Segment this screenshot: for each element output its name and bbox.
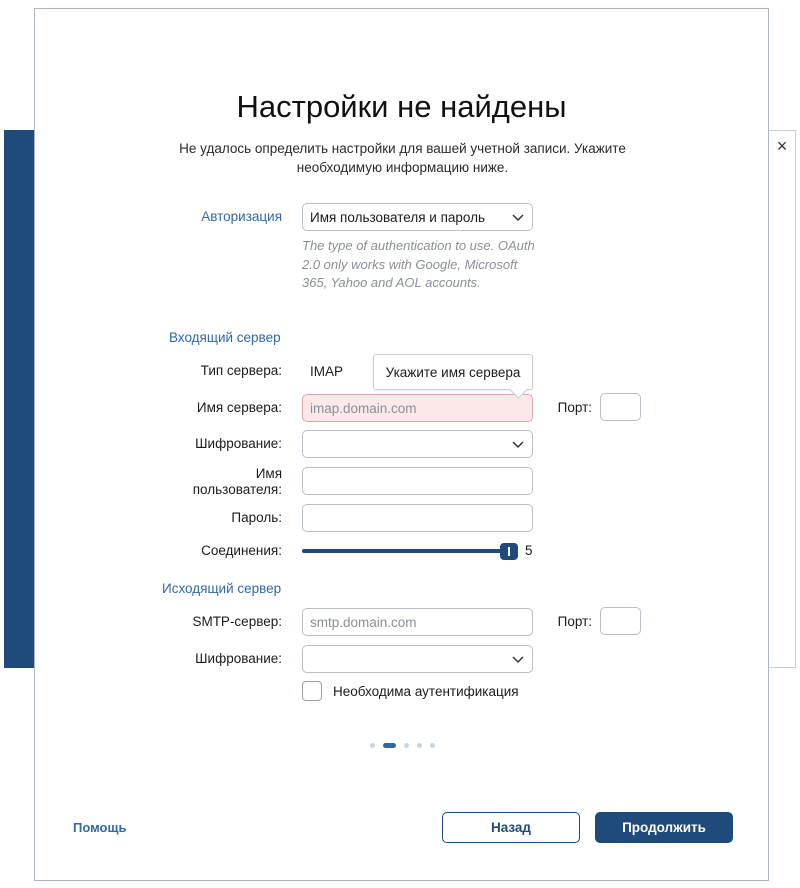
- password-input[interactable]: [302, 504, 533, 532]
- pager-dot-3[interactable]: [404, 743, 409, 748]
- connections-value: 5: [525, 543, 533, 558]
- username-label: Имя пользователя:: [165, 466, 282, 498]
- continue-button[interactable]: Продолжить: [595, 812, 733, 843]
- back-button[interactable]: Назад: [442, 812, 580, 843]
- server-type-label: Тип сервера:: [200, 363, 282, 378]
- dialog-subtitle: Не удалось определить настройки для ваше…: [179, 141, 626, 175]
- auth-select-value: Имя пользователя и пароль: [310, 209, 486, 225]
- incoming-port-input[interactable]: [600, 393, 641, 421]
- dialog-title: Настройки не найдены: [236, 89, 567, 124]
- auth-required-label: Необходима аутентификация: [333, 684, 519, 699]
- smtp-label: SMTP-сервер:: [192, 614, 282, 629]
- username-input[interactable]: [302, 467, 533, 495]
- server-type-value: IMAP: [302, 357, 382, 385]
- outgoing-encryption-select[interactable]: [302, 645, 533, 673]
- chevron-down-icon: [512, 656, 524, 664]
- server-name-placeholder: imap.domain.com: [310, 400, 417, 416]
- incoming-encryption-select[interactable]: [302, 430, 533, 458]
- chevron-down-icon: [512, 441, 524, 449]
- server-type-text: IMAP: [310, 363, 344, 379]
- incoming-encryption-label: Шифрование:: [195, 436, 282, 451]
- auth-required-checkbox[interactable]: [302, 681, 322, 701]
- username-label-line1: Имя: [255, 466, 282, 481]
- help-link[interactable]: Помощь: [73, 820, 126, 835]
- username-label-line2: пользователя:: [192, 482, 282, 497]
- incoming-port-label: Порт:: [557, 400, 592, 415]
- chevron-down-icon: [512, 214, 524, 222]
- connections-slider-thumb[interactable]: [500, 543, 518, 560]
- pager-dot-5[interactable]: [430, 743, 435, 748]
- server-name-label: Имя сервера:: [196, 400, 282, 415]
- server-name-input[interactable]: imap.domain.com: [302, 394, 533, 422]
- smtp-placeholder: smtp.domain.com: [310, 614, 417, 630]
- auth-hint: The type of authentication to use. OAuth…: [302, 238, 535, 290]
- incoming-section-title: Входящий сервер: [169, 330, 281, 345]
- pager-dot-2[interactable]: [383, 743, 396, 748]
- server-name-tooltip: Укажите имя сервера: [373, 354, 533, 390]
- password-label: Пароль:: [231, 510, 282, 525]
- pager-dot-1[interactable]: [370, 743, 375, 748]
- smtp-input[interactable]: smtp.domain.com: [302, 608, 533, 636]
- outgoing-section-title: Исходящий сервер: [162, 581, 282, 596]
- pager-dot-4[interactable]: [417, 743, 422, 748]
- outgoing-port-label: Порт:: [557, 614, 592, 629]
- connections-label: Соединения:: [201, 543, 282, 558]
- background-sidebar: [4, 130, 34, 668]
- auth-label: Авторизация: [201, 209, 282, 224]
- auth-select[interactable]: Имя пользователя и пароль: [302, 203, 533, 231]
- account-settings-dialog: Настройки не найдены Не удалось определи…: [34, 8, 769, 881]
- outgoing-encryption-label: Шифрование:: [195, 651, 282, 666]
- connections-slider-track[interactable]: [302, 549, 510, 553]
- outgoing-port-input[interactable]: [600, 607, 641, 635]
- close-icon[interactable]: ×: [772, 136, 792, 156]
